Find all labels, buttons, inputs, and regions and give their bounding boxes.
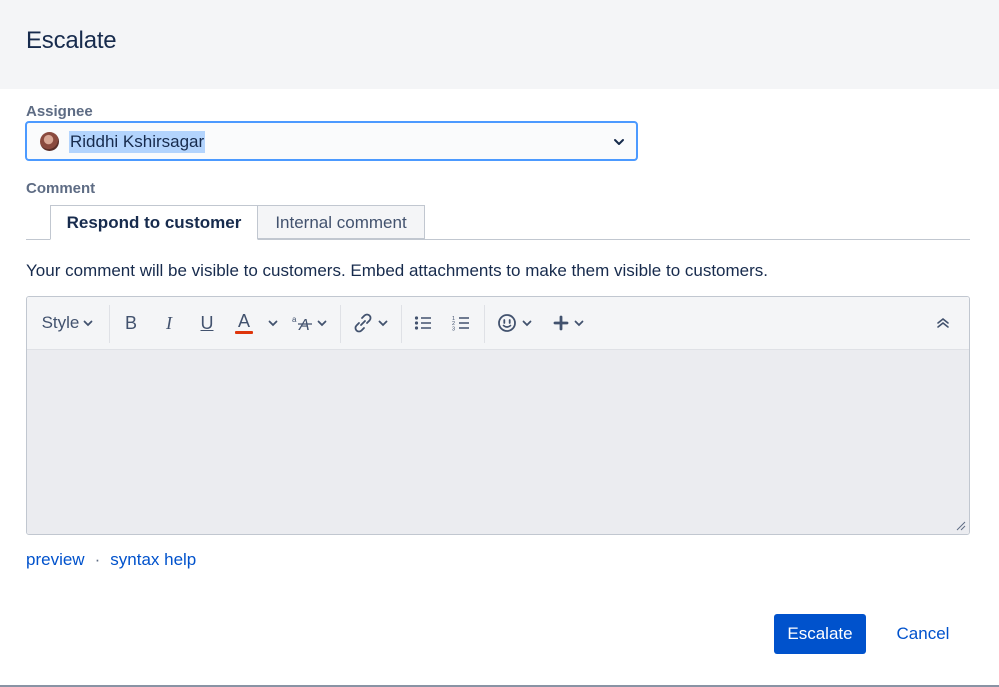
cancel-button[interactable]: Cancel [880, 614, 966, 654]
insert-icon [553, 315, 569, 331]
italic-button[interactable]: I [157, 297, 181, 349]
chevron-down-icon [268, 320, 278, 327]
underline-icon: U [200, 312, 214, 333]
text-color-button[interactable]: A [233, 297, 281, 349]
numbered-list-icon: 1 2 3 [452, 316, 469, 332]
chevron-down-icon [83, 320, 93, 327]
emoji-button[interactable] [495, 297, 535, 349]
style-label: Style [41, 313, 80, 332]
visibility-info-text: Your comment will be visible to customer… [26, 261, 769, 280]
text-format-button[interactable]: a A [289, 297, 329, 349]
text-color-swatch [235, 331, 253, 334]
chevron-down-icon [522, 320, 532, 327]
editor-toolbar: Style B I U A a A 1 2 3 [27, 297, 969, 350]
preview-link[interactable]: preview [26, 550, 85, 570]
underline-button[interactable]: U [195, 297, 219, 349]
text-color-icon: A [235, 310, 255, 336]
chevron-down-icon [574, 320, 584, 327]
chevron-down-icon [614, 139, 624, 145]
footer-links: preview · syntax help [26, 550, 196, 570]
escalate-button[interactable]: Escalate [774, 614, 866, 654]
insert-more-button[interactable] [550, 297, 588, 349]
bullet-list-button[interactable] [411, 297, 435, 349]
bullet-list-icon [414, 316, 431, 330]
svg-text:3: 3 [452, 327, 455, 332]
user-avatar [40, 132, 59, 151]
numbered-list-button[interactable]: 1 2 3 [449, 297, 473, 349]
resize-handle-icon[interactable] [956, 521, 966, 531]
tab-internal-comment[interactable]: Internal comment [257, 205, 425, 239]
assignee-select[interactable]: Riddhi Kshirsagar [25, 121, 638, 161]
emoji-icon [498, 314, 516, 332]
chevron-down-icon [317, 320, 327, 327]
link-separator: · [94, 550, 101, 569]
link-icon [354, 313, 371, 333]
syntax-help-link[interactable]: syntax help [110, 550, 196, 570]
toolbar-separator [340, 305, 341, 343]
text-color-glyph: A [238, 311, 251, 331]
svg-text:A: A [298, 317, 310, 333]
dialog-header: Escalate [0, 0, 999, 89]
collapse-toolbar-button[interactable] [931, 297, 955, 349]
link-button[interactable] [349, 297, 391, 349]
svg-text:a: a [292, 315, 297, 324]
toolbar-separator [484, 305, 485, 343]
toolbar-separator [401, 305, 402, 343]
comment-textarea[interactable] [27, 350, 969, 534]
chevron-down-icon [378, 320, 387, 327]
bold-button[interactable]: B [119, 297, 143, 349]
style-dropdown[interactable]: Style [37, 297, 99, 349]
text-format-icon: a A [292, 315, 312, 333]
dialog-title: Escalate [26, 27, 117, 54]
assignee-selected-value: Riddhi Kshirsagar [69, 131, 206, 153]
comment-label: Comment [26, 180, 96, 197]
italic-icon: I [166, 312, 172, 333]
bold-icon: B [124, 312, 137, 333]
assignee-label: Assignee [26, 103, 93, 120]
tab-respond-to-customer[interactable]: Respond to customer [50, 205, 258, 240]
toolbar-separator [109, 305, 110, 343]
collapse-toolbar-icon [937, 317, 949, 328]
comment-editor: Style B I U A a A 1 2 3 [26, 296, 970, 535]
